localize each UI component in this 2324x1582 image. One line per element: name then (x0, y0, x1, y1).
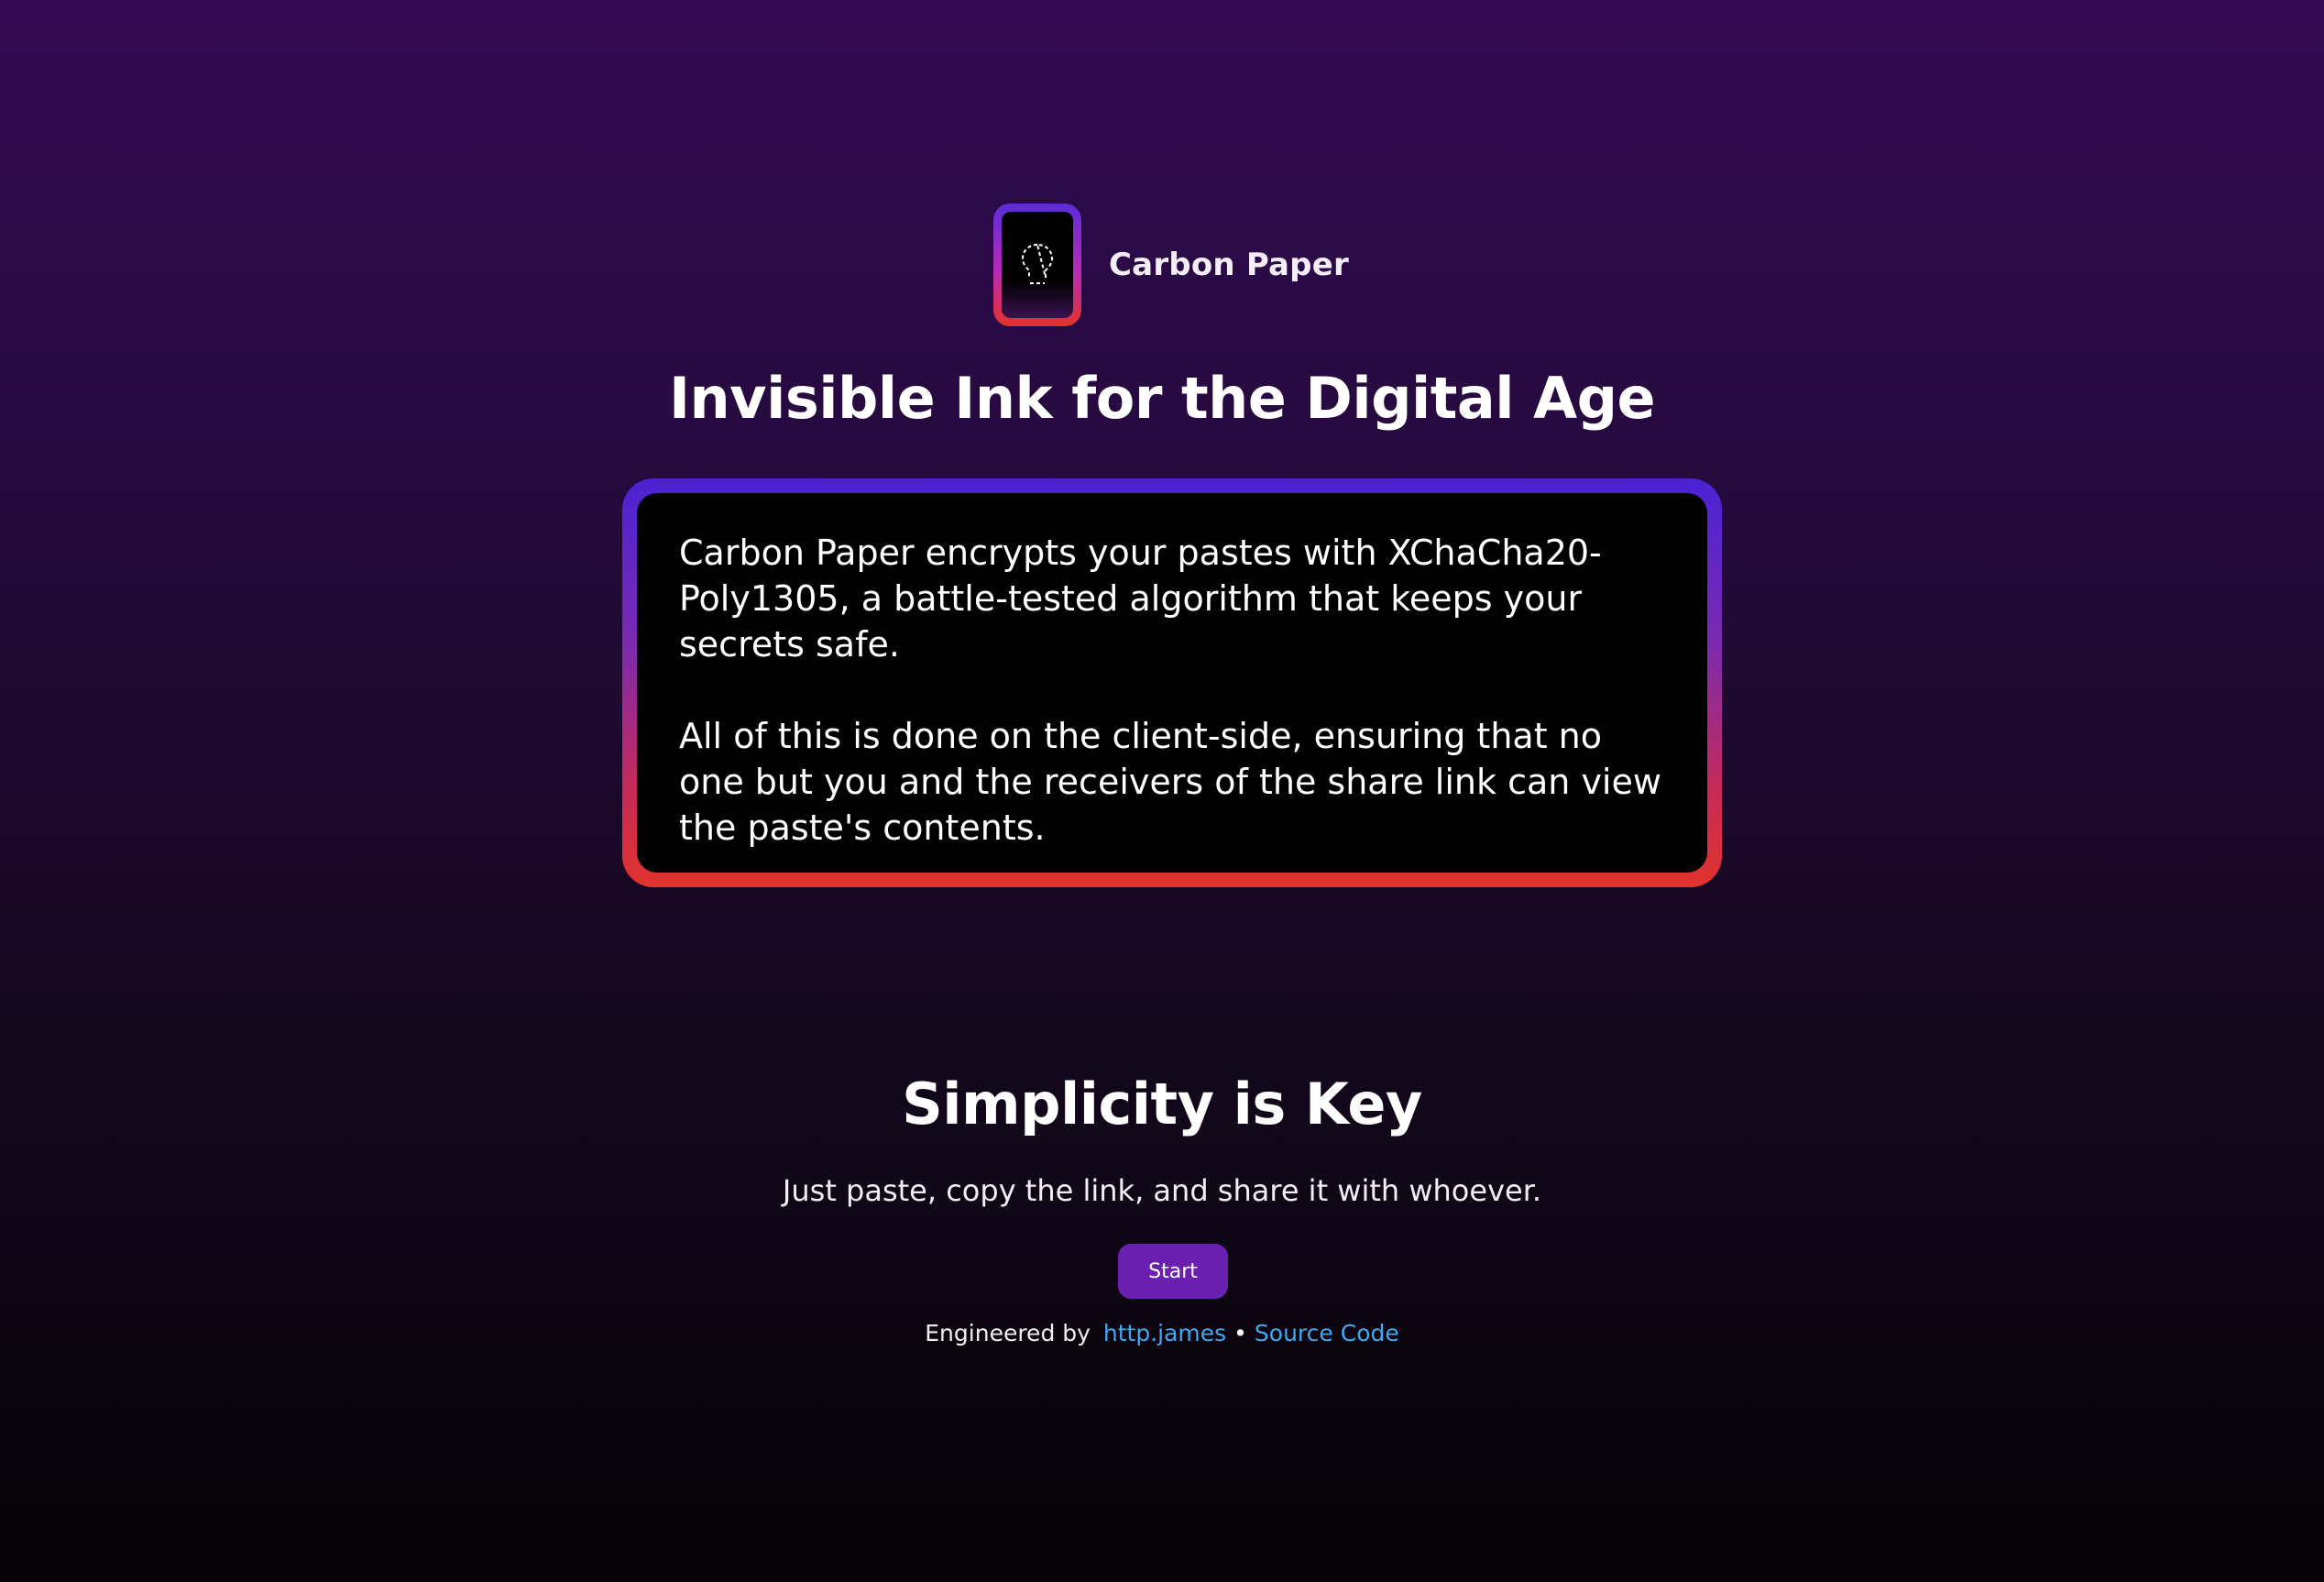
landing-page: Carbon Paper Invisible Ink for the Digit… (0, 0, 2324, 1582)
lightbulb-outline-icon (1022, 243, 1054, 284)
source-code-link[interactable]: Source Code (1255, 1320, 1399, 1346)
hero-title: Invisible Ink for the Digital Age (668, 365, 1656, 432)
info-paragraph-encryption: Carbon Paper encrypts your pastes with X… (679, 533, 1602, 665)
brand-link[interactable]: Carbon Paper (993, 203, 1349, 326)
info-card: Carbon Paper encrypts your pastes with X… (622, 478, 1722, 887)
simplicity-title: Simplicity is Key (902, 1071, 1422, 1137)
carbon-paper-logo (993, 203, 1082, 326)
info-paragraph-client-side: All of this is done on the client-side, … (679, 716, 1661, 848)
logo-inner (1002, 212, 1074, 318)
brand-name: Carbon Paper (1109, 247, 1349, 283)
brand-header: Carbon Paper (0, 203, 2324, 326)
engineered-by-label: Engineered by (925, 1320, 1091, 1346)
simplicity-subtitle: Just paste, copy the link, and share it … (782, 1173, 1542, 1208)
info-card-body: Carbon Paper encrypts your pastes with X… (637, 493, 1707, 873)
footer-separator: • (1233, 1320, 1247, 1346)
start-button[interactable]: Start (1118, 1244, 1228, 1299)
author-link[interactable]: http.james (1103, 1320, 1226, 1346)
footer: Engineered by http.james • Source Code (0, 1320, 2324, 1346)
